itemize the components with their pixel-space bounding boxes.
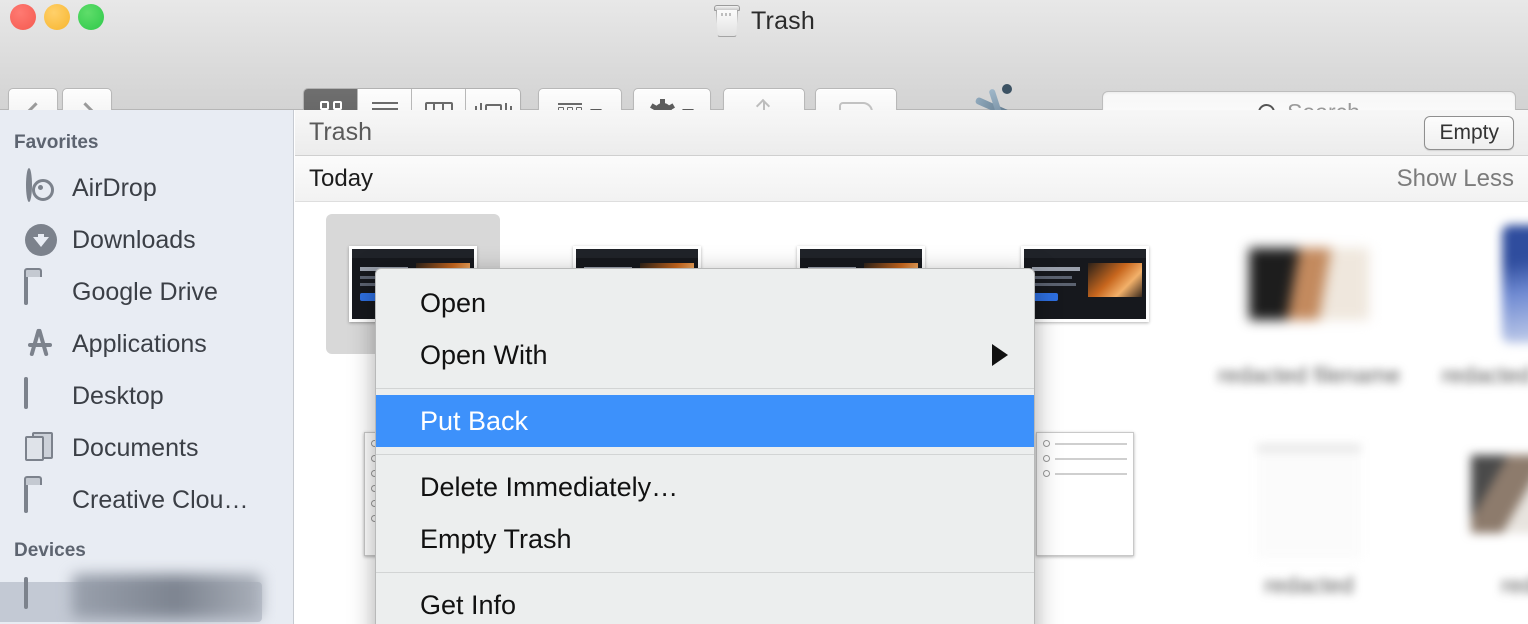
sidebar-item-label-redacted [72,574,262,618]
documents-icon [24,431,58,465]
file-thumbnail [1446,214,1528,354]
file-label-redacted: redacted filename [1217,362,1401,388]
sidebar-item-documents[interactable]: Documents [0,422,293,474]
sidebar-item-label: AirDrop [72,173,157,202]
file-item[interactable]: redacted [1197,424,1421,624]
group-title: Today [309,164,374,192]
sidebar: Favorites AirDrop Downloads Google Drive… [0,110,294,624]
title-bar: Trash [0,0,1528,138]
show-less-link[interactable]: Show Less [1397,165,1514,193]
menu-item-get-info[interactable]: Get Info [376,579,1034,624]
folder-icon [24,273,58,309]
sidebar-item-device[interactable] [0,570,293,622]
file-item[interactable]: redacted filename [1421,214,1528,424]
applications-icon [24,327,58,361]
redacted-phone-thumbnail-icon [1502,225,1528,343]
group-header-bar: Today Show Less [295,156,1528,202]
menu-item-empty-trash[interactable]: Empty Trash [376,513,1034,565]
sidebar-item-desktop[interactable]: Desktop [0,370,293,422]
desktop-icon [24,377,58,413]
menu-separator [376,454,1034,455]
sidebar-section-devices-header: Devices [14,540,86,561]
menu-item-delete-immediately[interactable]: Delete Immediately… [376,461,1034,513]
path-bar: Trash Empty [295,110,1528,156]
sidebar-item-applications[interactable]: Applications [0,318,293,370]
menu-item-put-back[interactable]: Put Back [376,395,1034,447]
redacted-image-thumbnail-icon [1249,248,1369,320]
airdrop-icon [24,168,58,205]
sidebar-item-airdrop[interactable]: AirDrop [0,162,293,214]
menu-item-label: Open With [420,339,548,370]
sidebar-item-label: Applications [72,329,207,358]
menu-item-label: Empty Trash [420,523,572,554]
path-title: Trash [309,118,372,146]
file-thumbnail [1222,214,1396,354]
empty-trash-button[interactable]: Empty [1424,115,1514,150]
folder-icon [24,481,58,517]
redacted-document-thumbnail-icon [1257,430,1361,558]
file-label-redacted: redact [1501,572,1528,598]
window-title-area: Trash [0,0,1528,42]
menu-item-open[interactable]: Open [376,277,1034,329]
toolbar: Search [0,42,1528,138]
sidebar-section-favorites-header: Favorites [14,132,99,153]
file-thumbnail [1222,424,1396,564]
file-item[interactable]: redacted filename [1197,214,1421,424]
file-item[interactable]: redact [1421,424,1528,624]
menu-item-label: Open [420,287,487,318]
menu-separator [376,388,1034,389]
screenshot-thumbnail-icon [1021,246,1149,322]
file-thumbnail [1446,424,1528,564]
submenu-arrow-icon [992,344,1008,366]
menu-item-label: Put Back [420,405,529,436]
file-label-redacted: redacted [1264,572,1354,598]
sidebar-item-downloads[interactable]: Downloads [0,214,293,266]
sidebar-item-label: Downloads [72,225,196,254]
redacted-photo-thumbnail-icon [1471,455,1528,533]
menu-item-label: Delete Immediately… [420,471,679,502]
sidebar-item-label: Creative Clou… [72,485,249,514]
trash-can-icon [713,5,741,37]
window-title: Trash [751,6,815,35]
sidebar-item-creative-cloud[interactable]: Creative Clou… [0,474,293,526]
sidebar-item-label: Google Drive [72,277,218,306]
finder-window: Trash Favorites AirDrop Downloads Google… [0,0,1528,624]
download-icon [24,223,58,257]
sidebar-item-label: Documents [72,433,199,462]
context-menu: Open Open With Put Back Delete Immediate… [375,268,1035,624]
menu-separator [376,572,1034,573]
sidebar-item-label: Desktop [72,381,164,410]
menu-item-label: Get Info [420,589,517,620]
menu-item-open-with[interactable]: Open With [376,329,1034,381]
sidebar-item-google-drive[interactable]: Google Drive [0,266,293,318]
laptop-icon [24,577,58,613]
file-label-redacted: redacted filename [1441,362,1528,388]
document-thumbnail-icon [1036,432,1134,556]
